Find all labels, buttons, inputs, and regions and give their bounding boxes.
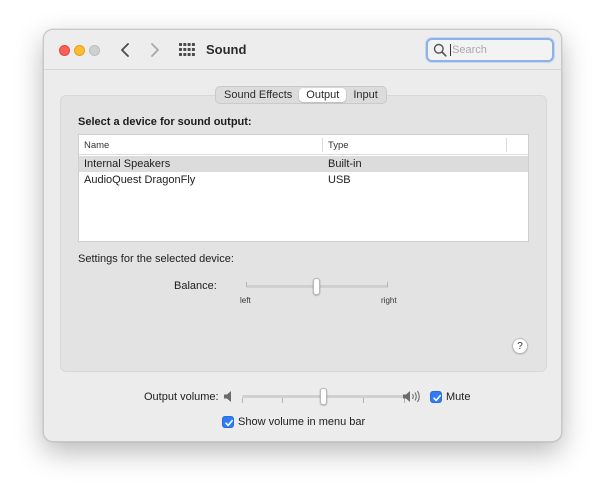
speaker-low-icon [224,391,231,402]
magnifying-glass-icon [433,43,447,57]
slider-tick [242,398,243,403]
device-section-title: Select a device for sound output: [78,116,252,128]
column-divider[interactable] [506,138,507,152]
show-all-button[interactable] [179,43,195,57]
text-caret [450,44,451,56]
window-title: Sound [206,42,247,57]
output-volume-slider[interactable] [239,385,409,409]
mute-checkbox[interactable] [430,391,442,403]
table-row[interactable]: Internal Speakers Built-in [79,156,528,172]
slider-tick [387,282,388,287]
sound-preferences-window: Sound Sound Effects Output Input Select … [43,29,562,442]
balance-right-label: right [381,296,397,305]
tab-input[interactable]: Input [346,88,384,102]
forward-button[interactable] [145,41,163,59]
volume-slider-knob[interactable] [319,388,327,405]
column-header-type[interactable]: Type [328,140,349,151]
balance-left-label: left [240,296,251,305]
tab-sound-effects[interactable]: Sound Effects [217,88,299,102]
device-type: Built-in [328,158,362,170]
zoom-window-button[interactable] [89,45,100,56]
chevron-left-icon [121,43,129,57]
show-volume-in-menu-bar-label[interactable]: Show volume in menu bar [238,416,365,428]
search-field[interactable] [426,38,554,62]
slider-tick [282,398,283,403]
grid-icon [179,43,195,56]
device-type: USB [328,174,351,186]
tab-bar: Sound Effects Output Input [215,86,387,104]
table-header: Name Type [79,135,528,155]
checkmark-icon [225,419,233,427]
device-name: AudioQuest DragonFly [84,174,196,186]
column-header-name[interactable]: Name [84,140,109,151]
help-button[interactable]: ? [512,338,528,354]
balance-label: Balance: [174,280,217,292]
device-settings-label: Settings for the selected device: [78,253,234,265]
speaker-high-icon [403,390,420,403]
output-device-table[interactable]: Name Type Internal Speakers Built-in Aud… [78,134,529,242]
balance-slider[interactable] [242,276,392,306]
slider-tick [246,282,247,287]
table-row[interactable]: AudioQuest DragonFly USB [79,172,528,188]
chevron-right-icon [151,43,159,57]
checkmark-icon [433,394,441,402]
minimize-window-button[interactable] [74,45,85,56]
column-divider[interactable] [322,138,323,152]
balance-slider-knob[interactable] [313,278,320,295]
device-name: Internal Speakers [84,158,171,170]
title-bar: Sound [44,30,561,70]
output-volume-label: Output volume: [144,391,219,403]
show-volume-in-menu-bar-checkbox[interactable] [222,416,234,428]
search-input[interactable] [452,42,548,58]
close-window-button[interactable] [59,45,70,56]
tab-output[interactable]: Output [299,88,347,102]
back-button[interactable] [117,41,135,59]
mute-label[interactable]: Mute [446,391,470,403]
slider-tick [363,398,364,403]
